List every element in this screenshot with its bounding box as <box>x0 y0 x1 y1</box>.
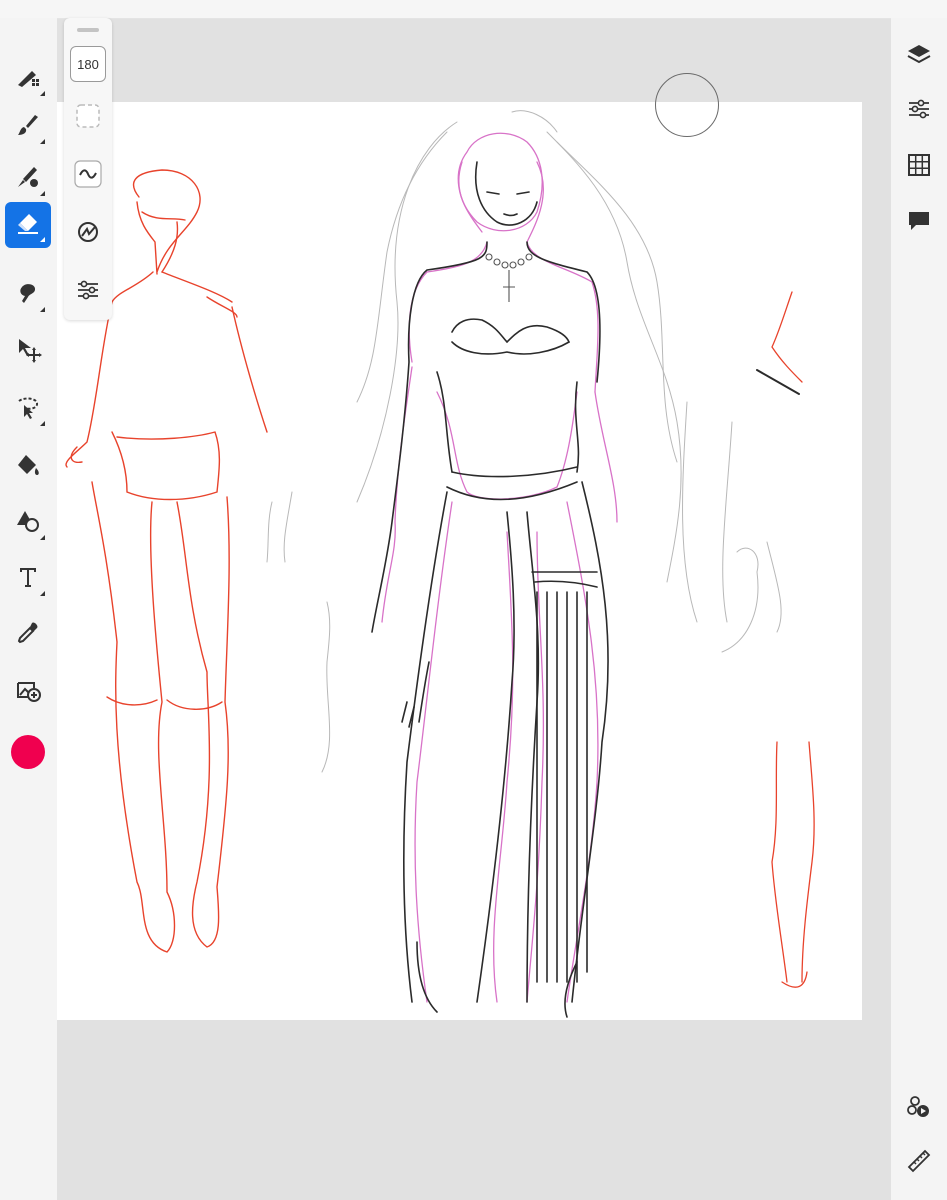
fill-tool[interactable] <box>5 444 51 490</box>
lasso-icon <box>14 393 42 426</box>
sketch-artwork <box>65 110 815 1018</box>
brush-cursor-circle <box>655 73 719 137</box>
panel-drag-handle[interactable] <box>77 28 99 32</box>
live-brush-icon <box>14 111 42 144</box>
type-icon <box>14 563 42 596</box>
speech-bubble-icon <box>905 207 933 240</box>
smoothing-icon <box>73 217 103 252</box>
brush-shape-button[interactable] <box>70 100 106 136</box>
move-icon <box>14 335 42 368</box>
top-bar <box>0 0 947 19</box>
place-image-tool[interactable] <box>5 668 51 714</box>
smudge-icon <box>14 279 42 312</box>
paint-bucket-icon <box>14 451 42 484</box>
eraser-tool[interactable] <box>5 202 51 248</box>
tool-options-panel: 180 <box>64 18 112 320</box>
timelapse-button[interactable] <box>898 1088 940 1130</box>
ruler-button[interactable] <box>898 1142 940 1184</box>
drawing-canvas[interactable] <box>57 102 862 1020</box>
vector-brush-tool[interactable] <box>5 156 51 202</box>
shapes-icon <box>14 507 42 540</box>
transform-tool[interactable] <box>5 328 51 374</box>
eyedropper-tool[interactable] <box>5 612 51 658</box>
layers-icon <box>905 41 933 74</box>
current-color-swatch[interactable] <box>11 735 45 769</box>
brush-flow-button[interactable] <box>70 158 106 194</box>
smudge-tool[interactable] <box>5 272 51 318</box>
vector-brush-icon <box>14 163 42 196</box>
left-toolbar <box>0 18 57 1200</box>
wave-icon <box>73 159 103 194</box>
comments-button[interactable] <box>898 202 940 244</box>
eyedropper-icon <box>14 619 42 652</box>
type-tool[interactable] <box>5 556 51 602</box>
square-dashed-icon <box>73 101 103 136</box>
selection-tool[interactable] <box>5 386 51 432</box>
grid-button[interactable] <box>898 146 940 188</box>
live-brush-tool[interactable] <box>5 104 51 150</box>
pixel-brush-tool[interactable] <box>5 56 51 102</box>
eraser-icon <box>14 209 42 242</box>
pixel-brush-icon <box>14 63 42 96</box>
right-panel <box>891 18 947 1200</box>
timelapse-icon <box>905 1093 933 1126</box>
brush-size-field[interactable]: 180 <box>70 46 106 82</box>
brush-settings-button[interactable] <box>70 274 106 310</box>
properties-button[interactable] <box>898 90 940 132</box>
grid-icon <box>905 151 933 184</box>
add-image-icon <box>14 675 42 708</box>
sliders-icon <box>73 275 103 310</box>
smoothing-button[interactable] <box>70 216 106 252</box>
shapes-tool[interactable] <box>5 500 51 546</box>
ruler-icon <box>905 1147 933 1180</box>
layers-button[interactable] <box>898 36 940 78</box>
sliders-icon <box>905 95 933 128</box>
